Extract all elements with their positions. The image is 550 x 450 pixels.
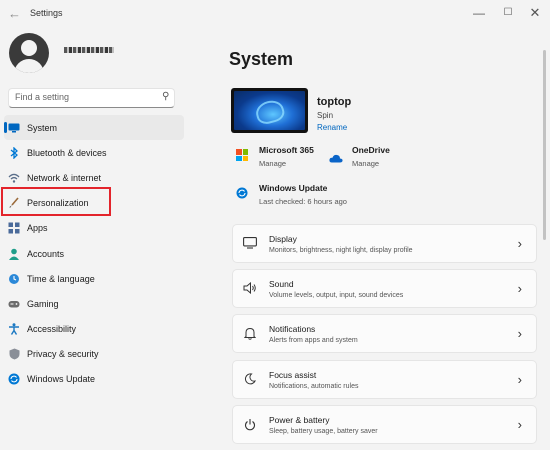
- display-icon: [242, 237, 257, 252]
- microsoft-365-title: Microsoft 365: [259, 145, 314, 155]
- chevron-right-icon: ›: [517, 326, 522, 341]
- sidebar-item-label: Bluetooth & devices: [27, 147, 107, 158]
- search-box[interactable]: ⚲: [8, 88, 175, 108]
- device-thumbnail: [231, 88, 308, 133]
- sync-icon: [236, 186, 248, 204]
- monitor-icon: [8, 122, 20, 134]
- speaker-icon: [242, 281, 257, 297]
- sidebar-item-label: Windows Update: [27, 374, 96, 385]
- card-subtitle: Sleep, battery usage, battery saver: [269, 428, 378, 435]
- wallpaper-image: [234, 91, 305, 130]
- shield-icon: [8, 348, 20, 360]
- bell-icon: [242, 327, 257, 342]
- sidebar-item-accounts[interactable]: Accounts: [0, 241, 186, 266]
- page-title: System: [229, 49, 294, 69]
- sidebar-item-time-language[interactable]: Time & language: [0, 266, 186, 291]
- highlight-box: [1, 187, 111, 216]
- sidebar-item-label: Accounts: [27, 248, 65, 259]
- sync-icon: [8, 373, 20, 385]
- onedrive-tile[interactable]: OneDrive Manage: [329, 145, 409, 170]
- title-bar: ← Settings — ☐ ✕: [0, 0, 550, 28]
- onedrive-manage: Manage: [352, 159, 380, 168]
- device-name: toptop: [317, 96, 352, 108]
- app-title: Settings: [30, 8, 63, 18]
- card-title: Sound: [269, 279, 294, 289]
- sidebar-item-bluetooth[interactable]: Bluetooth & devices: [0, 140, 186, 165]
- microsoft-365-tile[interactable]: Microsoft 365 Manage: [236, 145, 326, 170]
- gamepad-icon: [8, 298, 20, 310]
- sidebar-item-gaming[interactable]: Gaming: [0, 291, 186, 316]
- display-card[interactable]: Display Monitors, brightness, night ligh…: [232, 224, 537, 263]
- maximize-button[interactable]: ☐: [496, 3, 520, 23]
- card-title: Power & battery: [269, 415, 330, 425]
- globe-clock-icon: [8, 273, 20, 285]
- wifi-icon: [8, 172, 20, 184]
- chevron-right-icon: ›: [517, 417, 522, 432]
- sidebar-item-accessibility[interactable]: Accessibility: [0, 317, 186, 342]
- card-subtitle: Monitors, brightness, night light, displ…: [269, 247, 413, 254]
- sidebar-item-system[interactable]: System: [4, 115, 184, 141]
- avatar[interactable]: [9, 33, 49, 73]
- search-input[interactable]: [15, 92, 155, 102]
- sidebar-item-apps[interactable]: Apps: [0, 216, 186, 241]
- card-title: Display: [269, 234, 297, 244]
- card-title: Notifications: [269, 324, 316, 334]
- moon-icon: [242, 373, 257, 388]
- onedrive-title: OneDrive: [352, 145, 390, 155]
- card-subtitle: Volume levels, output, input, sound devi…: [269, 292, 404, 299]
- onedrive-cloud-icon: [329, 150, 343, 168]
- sidebar-item-label: Accessibility: [27, 324, 77, 335]
- sound-card[interactable]: Sound Volume levels, output, input, soun…: [232, 269, 537, 308]
- chevron-right-icon: ›: [517, 236, 522, 251]
- device-model: Spin: [317, 111, 334, 120]
- sidebar-item-label: Gaming: [27, 298, 59, 309]
- card-title: Focus assist: [269, 370, 317, 380]
- chevron-right-icon: ›: [517, 372, 522, 387]
- sidebar-nav: System Bluetooth & devices Network & int…: [0, 115, 186, 392]
- redacted-user-name: [64, 47, 114, 53]
- windows-update-title: Windows Update: [259, 183, 328, 193]
- power-battery-card[interactable]: Power & battery Sleep, battery usage, ba…: [232, 405, 537, 444]
- microsoft-logo-icon: [236, 149, 248, 161]
- notifications-card[interactable]: Notifications Alerts from apps and syste…: [232, 314, 537, 353]
- sidebar-item-privacy[interactable]: Privacy & security: [0, 342, 186, 367]
- chevron-right-icon: ›: [517, 281, 522, 296]
- bluetooth-icon: [8, 146, 20, 159]
- sidebar-item-label: Network & internet: [27, 172, 102, 183]
- minimize-button[interactable]: —: [467, 3, 491, 23]
- back-arrow-icon[interactable]: ←: [8, 6, 21, 21]
- sidebar-item-label: Apps: [27, 223, 48, 234]
- apps-icon: [8, 222, 20, 234]
- sidebar-item-label: Time & language: [27, 273, 95, 284]
- focus-assist-card[interactable]: Focus assist Notifications, automatic ru…: [232, 360, 537, 399]
- sidebar-item-windows-update[interactable]: Windows Update: [0, 367, 186, 392]
- person-icon: [8, 248, 20, 260]
- sidebar-item-label: Privacy & security: [27, 349, 99, 360]
- power-icon: [242, 418, 257, 433]
- microsoft-365-manage: Manage: [259, 159, 287, 168]
- rename-link[interactable]: Rename: [317, 123, 347, 132]
- card-subtitle: Alerts from apps and system: [269, 337, 358, 344]
- accessibility-icon: [8, 323, 20, 335]
- scrollbar[interactable]: [543, 50, 546, 240]
- search-icon[interactable]: ⚲: [162, 91, 169, 102]
- card-subtitle: Notifications, automatic rules: [269, 383, 359, 390]
- sidebar-item-label: System: [27, 122, 58, 133]
- close-button[interactable]: ✕: [523, 3, 547, 23]
- windows-update-status: Last checked: 6 hours ago: [259, 197, 347, 206]
- windows-update-tile[interactable]: Windows Update Last checked: 6 hours ago: [236, 183, 376, 208]
